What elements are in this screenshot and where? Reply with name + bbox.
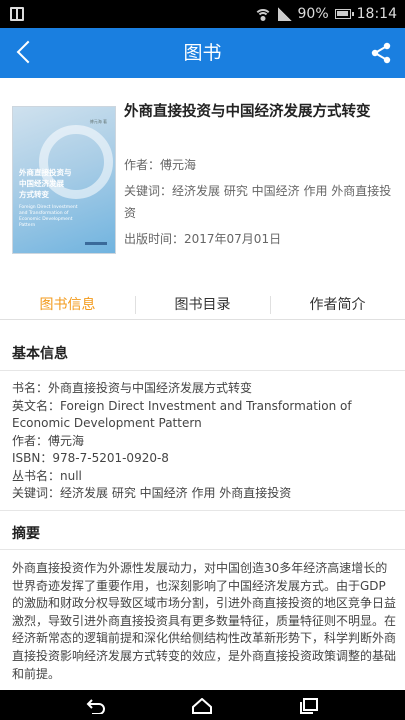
- divider: [0, 510, 405, 511]
- page-title: 图书: [183, 42, 222, 64]
- info-row-title: 书名：外商直接投资与中国经济发展方式转变: [12, 381, 253, 395]
- tab-bar: 图书信息 图书目录 作者简介: [0, 290, 405, 320]
- book-info: 外商直接投资与中国经济发展方式转变 作者：傅元海 关键词：经济发展 研究 中国经…: [124, 102, 394, 246]
- info-row-isbn: ISBN：978-7-5201-0920-8: [12, 451, 169, 465]
- cover-title-line: 中国经济发展: [19, 179, 64, 188]
- status-right: 90% 18:14: [253, 0, 397, 28]
- battery-percent: 90%: [297, 6, 329, 22]
- abstract-text: 外商直接投资作为外源性发展动力，对中国创造30多年经济高速增长的世界奇迹发挥了重…: [12, 561, 397, 681]
- share-icon[interactable]: [369, 41, 393, 65]
- info-row-series: 丛书名：null: [12, 468, 82, 483]
- cover-author: 傅元海 著: [89, 119, 107, 124]
- book-publish-date: 出版时间：2017年07月01日: [124, 232, 282, 246]
- back-icon[interactable]: [86, 698, 106, 714]
- clock: 18:14: [356, 6, 397, 22]
- divider: [0, 549, 405, 550]
- tab-author-intro[interactable]: 作者简介: [270, 290, 405, 319]
- screen-icon: [10, 7, 24, 21]
- publisher-logo: [85, 242, 107, 245]
- cover-title: 外商直接投资与 中国经济发展 方式转变: [19, 167, 93, 200]
- battery-icon: [334, 9, 354, 19]
- signal-icon: [277, 7, 292, 21]
- book-author: 作者：傅元海: [124, 158, 197, 172]
- info-row-keywords: 关键词：经济发展 研究 中国经济 作用 外商直接投资: [12, 486, 292, 500]
- status-bar: 90% 18:14: [0, 0, 405, 28]
- app-bar: 图书: [0, 28, 405, 78]
- abstract-title: 摘要: [12, 526, 40, 542]
- cover-title-line: 方式转变: [19, 190, 49, 199]
- cover-title-line: 外商直接投资与: [19, 168, 72, 177]
- nav-bar: [0, 690, 405, 720]
- basic-info-list: 书名：外商直接投资与中国经济发展方式转变 英文名：Foreign Direct …: [12, 380, 397, 503]
- cover-subtitle: Foreign Direct Investment and Transforma…: [19, 205, 78, 228]
- tab-book-info[interactable]: 图书信息: [0, 290, 135, 319]
- info-row-english-title: 英文名：Foreign Direct Investment and Transf…: [12, 398, 352, 431]
- divider: [0, 370, 405, 371]
- home-icon[interactable]: [192, 698, 212, 714]
- info-row-author: 作者：傅元海: [12, 433, 85, 448]
- tab-book-contents[interactable]: 图书目录: [135, 290, 270, 319]
- book-header: 傅元海 著 外商直接投资与 中国经济发展 方式转变 Foreign Direct…: [0, 78, 405, 268]
- recent-apps-icon[interactable]: [299, 698, 319, 714]
- wifi-icon: [253, 7, 272, 21]
- basic-info-title: 基本信息: [12, 346, 68, 362]
- book-keywords: 关键词：经济发展 研究 中国经济 作用 外商直接投资: [124, 184, 392, 220]
- book-cover[interactable]: 傅元海 著 外商直接投资与 中国经济发展 方式转变 Foreign Direct…: [12, 106, 116, 254]
- book-title: 外商直接投资与中国经济发展方式转变: [124, 104, 371, 120]
